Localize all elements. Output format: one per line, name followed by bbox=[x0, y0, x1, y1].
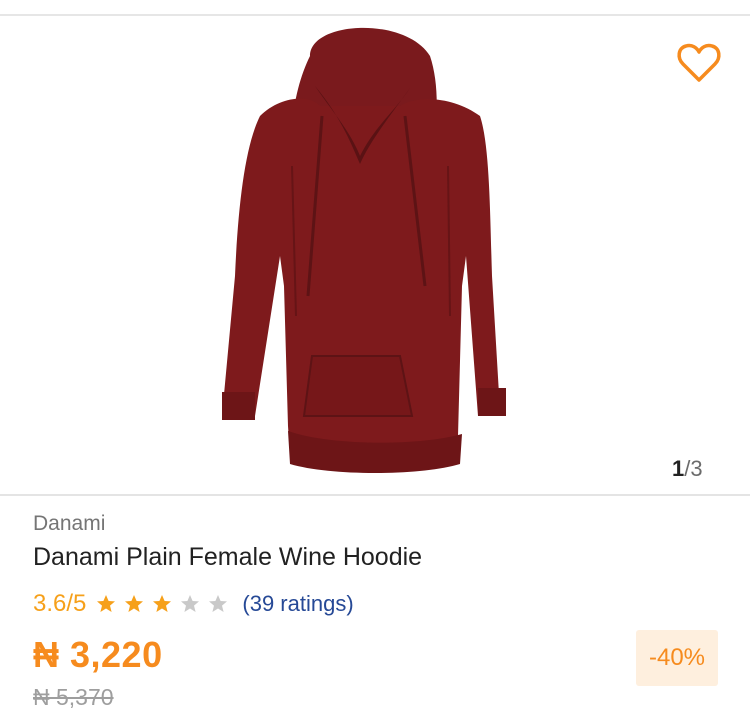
ratings-count-link[interactable]: (39 ratings) bbox=[242, 591, 353, 617]
star-rating bbox=[96, 594, 236, 614]
star-icon bbox=[125, 595, 144, 612]
rating-score: 3.6 bbox=[33, 590, 67, 617]
image-counter: 1/3 bbox=[672, 456, 703, 482]
image-counter-current: 1 bbox=[672, 456, 685, 481]
gallery-divider bbox=[0, 494, 750, 496]
product-title: Danami Plain Female Wine Hoodie bbox=[33, 543, 423, 571]
old-price: ₦ 5,370 bbox=[33, 684, 114, 710]
half-star-icon bbox=[181, 595, 200, 612]
star-icon bbox=[153, 595, 172, 612]
current-price: ₦ 3,220 bbox=[33, 634, 163, 675]
rating-row: 3.6 /5 (39 ratings) bbox=[33, 588, 354, 620]
brand-name[interactable]: Danami bbox=[33, 512, 105, 536]
product-image-gallery[interactable]: 1/3 bbox=[0, 16, 750, 494]
star-icon bbox=[97, 595, 116, 612]
heart-outline-icon[interactable] bbox=[676, 40, 722, 86]
discount-badge: -40% bbox=[636, 630, 718, 686]
rating-max: /5 bbox=[66, 590, 87, 617]
product-image[interactable] bbox=[200, 16, 540, 494]
image-counter-total: 3 bbox=[690, 456, 703, 481]
star-icon bbox=[209, 595, 228, 612]
